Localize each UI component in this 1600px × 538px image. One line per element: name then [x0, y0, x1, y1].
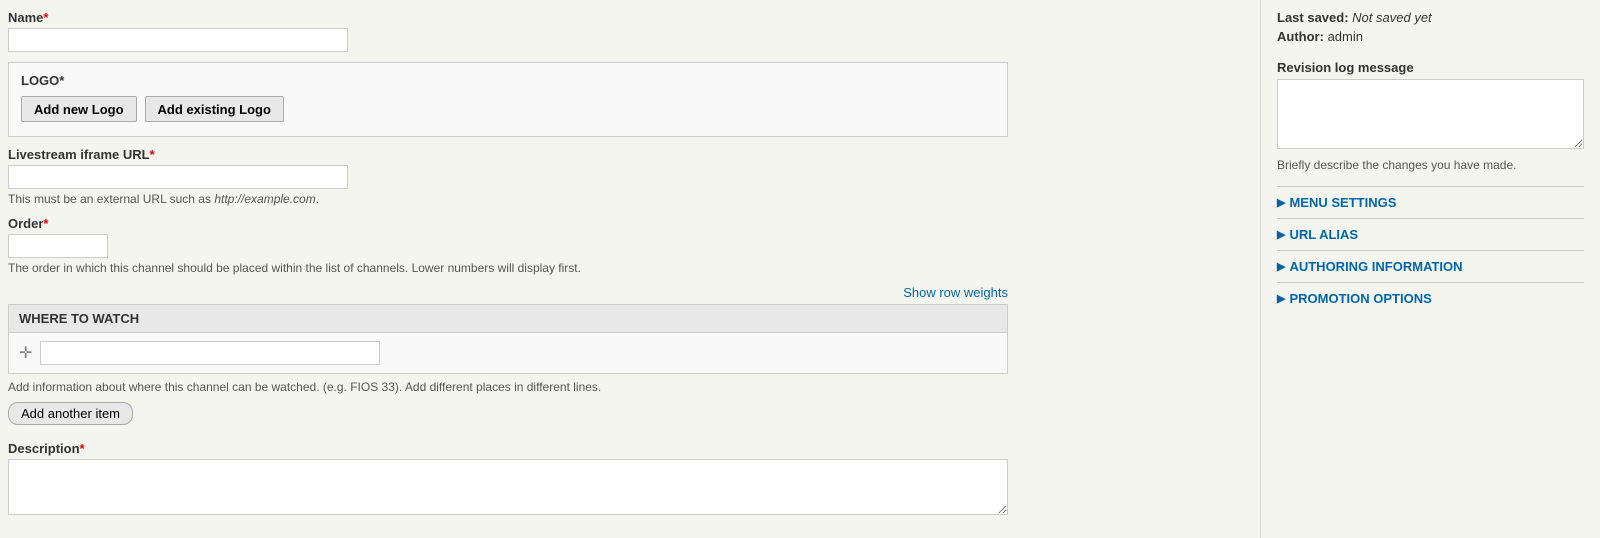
url-alias-label: URL ALIAS	[1289, 227, 1358, 242]
menu-settings-toggle[interactable]: ▶ MENU SETTINGS	[1277, 195, 1584, 210]
where-to-watch-section: WHERE TO WATCH ✛	[8, 304, 1008, 374]
add-another-item-button[interactable]: Add another item	[8, 402, 133, 425]
description-textarea[interactable]	[8, 459, 1008, 515]
add-new-logo-button[interactable]: Add new Logo	[21, 96, 137, 122]
sidebar-meta: Last saved: Not saved yet Author: admin	[1277, 10, 1584, 44]
order-label-text: Order	[8, 216, 43, 231]
where-to-watch-input[interactable]	[40, 341, 380, 365]
promotion-options-section: ▶ PROMOTION OPTIONS	[1277, 282, 1584, 314]
name-label-text: Name	[8, 10, 43, 25]
name-label: Name*	[8, 10, 1244, 25]
logo-required: *	[59, 73, 64, 88]
authoring-information-toggle[interactable]: ▶ AUTHORING INFORMATION	[1277, 259, 1584, 274]
order-required: *	[43, 216, 48, 231]
livestream-field-group: Livestream iframe URL* This must be an e…	[8, 147, 1244, 206]
menu-settings-section: ▶ MENU SETTINGS	[1277, 186, 1584, 218]
last-saved-value: Not saved yet	[1352, 10, 1432, 25]
order-help: The order in which this channel should b…	[8, 261, 1244, 275]
name-field-group: Name*	[8, 10, 1244, 52]
where-to-watch-header: WHERE TO WATCH	[9, 305, 1007, 333]
logo-buttons: Add new Logo Add existing Logo	[21, 96, 995, 122]
authoring-information-triangle: ▶	[1277, 260, 1285, 273]
menu-settings-label: MENU SETTINGS	[1289, 195, 1396, 210]
name-input[interactable]	[8, 28, 348, 52]
menu-settings-triangle: ▶	[1277, 196, 1285, 209]
livestream-help: This must be an external URL such as htt…	[8, 192, 1244, 206]
sidebar: Last saved: Not saved yet Author: admin …	[1260, 0, 1600, 538]
url-alias-section: ▶ URL ALIAS	[1277, 218, 1584, 250]
show-row-weights-link[interactable]: Show row weights	[903, 285, 1008, 300]
order-field-group: Order* 0 The order in which this channel…	[8, 216, 1244, 275]
revision-log-label: Revision log message	[1277, 60, 1584, 75]
revision-log-help: Briefly describe the changes you have ma…	[1277, 158, 1584, 172]
logo-section-title: LOGO*	[21, 73, 995, 88]
promotion-options-triangle: ▶	[1277, 292, 1285, 305]
revision-log-section: Revision log message Briefly describe th…	[1277, 60, 1584, 172]
authoring-information-section: ▶ AUTHORING INFORMATION	[1277, 250, 1584, 282]
order-input[interactable]: 0	[8, 234, 108, 258]
logo-title-text: LOGO	[21, 73, 59, 88]
add-existing-logo-button[interactable]: Add existing Logo	[145, 96, 284, 122]
description-field-group: Description*	[8, 441, 1244, 518]
show-row-weights-container: Show row weights	[8, 285, 1008, 300]
watch-description: Add information about where this channel…	[8, 380, 1008, 394]
last-saved-label: Last saved:	[1277, 10, 1349, 25]
description-label: Description*	[8, 441, 1244, 456]
order-label: Order*	[8, 216, 1244, 231]
promotion-options-toggle[interactable]: ▶ PROMOTION OPTIONS	[1277, 291, 1584, 306]
name-required: *	[43, 10, 48, 25]
author-line: Author: admin	[1277, 29, 1584, 44]
logo-section: LOGO* Add new Logo Add existing Logo	[8, 62, 1008, 137]
url-alias-toggle[interactable]: ▶ URL ALIAS	[1277, 227, 1584, 242]
where-to-watch-row: ✛	[9, 333, 1007, 373]
livestream-label-text: Livestream iframe URL	[8, 147, 150, 162]
authoring-information-label: AUTHORING INFORMATION	[1289, 259, 1462, 274]
revision-log-textarea[interactable]	[1277, 79, 1584, 149]
livestream-help-example: http://example.com	[214, 192, 315, 206]
promotion-options-label: PROMOTION OPTIONS	[1289, 291, 1431, 306]
livestream-label: Livestream iframe URL*	[8, 147, 1244, 162]
author-value: admin	[1328, 29, 1363, 44]
drag-handle-icon[interactable]: ✛	[19, 343, 32, 363]
livestream-help-text: This must be an external URL such as	[8, 192, 214, 206]
livestream-input[interactable]	[8, 165, 348, 189]
description-required: *	[80, 441, 85, 456]
livestream-help-end: .	[316, 192, 319, 206]
author-label: Author:	[1277, 29, 1324, 44]
last-saved-line: Last saved: Not saved yet	[1277, 10, 1584, 25]
livestream-required: *	[150, 147, 155, 162]
description-label-text: Description	[8, 441, 80, 456]
url-alias-triangle: ▶	[1277, 228, 1285, 241]
